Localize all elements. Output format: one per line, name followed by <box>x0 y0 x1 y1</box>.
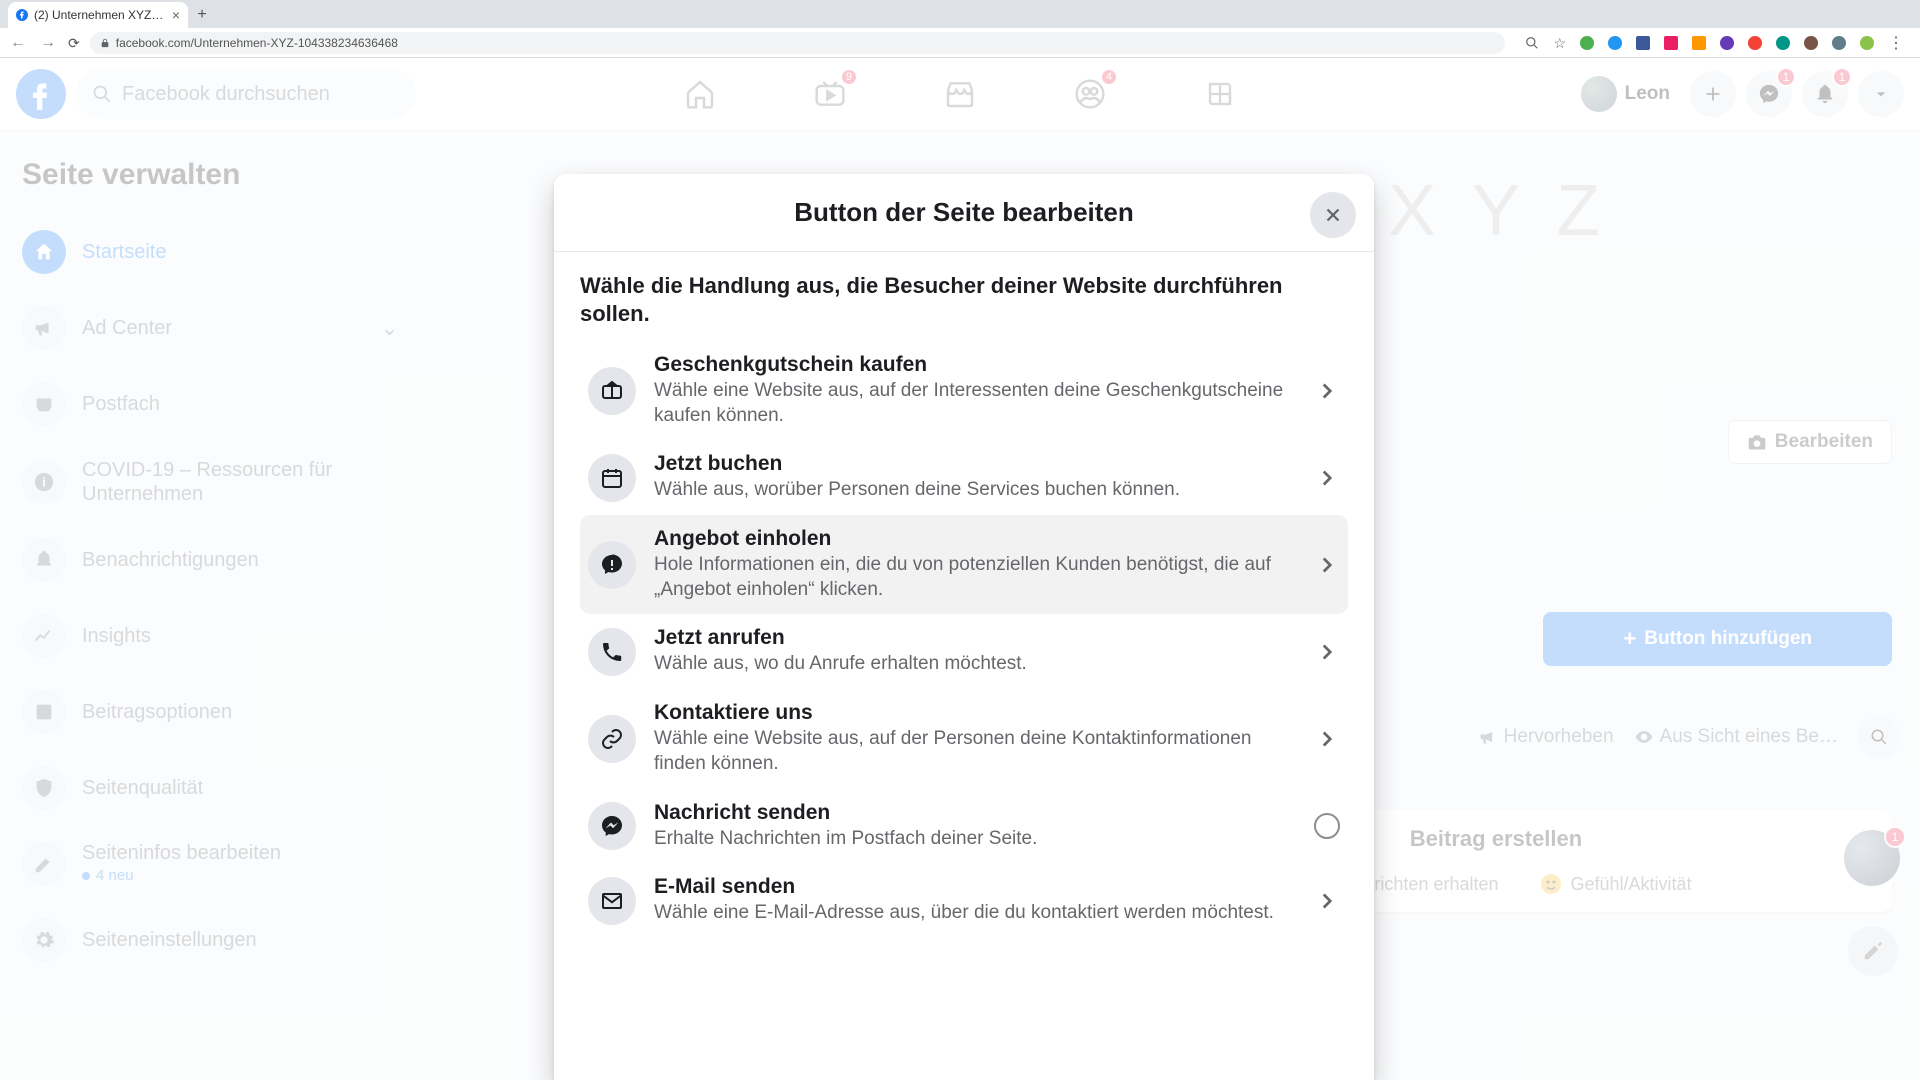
option-get-quote[interactable]: Angebot einholen Hole Informationen ein,… <box>580 515 1348 614</box>
quote-icon <box>588 541 636 589</box>
option-subtitle: Wähle aus, wo du Anrufe erhalten möchtes… <box>654 652 1284 677</box>
toolbar: ← → ⟳ facebook.com/Unternehmen-XYZ-10433… <box>0 28 1920 58</box>
option-title: Jetzt anrufen <box>654 626 1296 650</box>
menu-icon[interactable]: ⋮ <box>1888 33 1904 53</box>
avatar-icon[interactable] <box>1860 36 1874 50</box>
dialog-close-button[interactable] <box>1310 192 1356 238</box>
forward-icon: → <box>38 34 58 52</box>
chevron-right-icon <box>1314 888 1340 914</box>
ext-icon[interactable] <box>1636 36 1650 50</box>
option-title: Nachricht senden <box>654 801 1296 825</box>
option-title: E-Mail senden <box>654 875 1296 899</box>
option-subtitle: Wähle eine E-Mail-Adresse aus, über die … <box>654 901 1284 926</box>
phone-icon <box>588 628 636 676</box>
option-title: Kontaktiere uns <box>654 701 1296 725</box>
ext-icon[interactable] <box>1580 36 1594 50</box>
ext-icon[interactable] <box>1692 36 1706 50</box>
chevron-right-icon <box>1314 378 1340 404</box>
reload-icon[interactable]: ⟳ <box>68 35 80 52</box>
ext-icon[interactable] <box>1776 36 1790 50</box>
option-title: Jetzt buchen <box>654 452 1296 476</box>
option-send-message[interactable]: Nachricht senden Erhalte Nachrichten im … <box>580 789 1348 864</box>
tab-strip: (2) Unternehmen XYZ | Faceb × + <box>0 0 1920 28</box>
dialog-body: Wähle die Handlung aus, die Besucher dei… <box>554 252 1374 1080</box>
close-icon <box>1322 204 1344 226</box>
ext-icon[interactable] <box>1664 36 1678 50</box>
link-icon <box>588 715 636 763</box>
gift-card-icon <box>588 367 636 415</box>
dialog-description: Wähle die Handlung aus, die Besucher dei… <box>580 272 1348 327</box>
chevron-right-icon <box>1314 552 1340 578</box>
ext-icon[interactable] <box>1608 36 1622 50</box>
browser-tab[interactable]: (2) Unternehmen XYZ | Faceb × <box>8 2 188 28</box>
close-icon[interactable]: × <box>172 7 180 23</box>
email-icon <box>588 877 636 925</box>
address-bar[interactable]: facebook.com/Unternehmen-XYZ-10433823463… <box>90 32 1506 54</box>
new-tab-button[interactable]: + <box>188 2 216 28</box>
ext-icon[interactable] <box>1804 36 1818 50</box>
option-call-now[interactable]: Jetzt anrufen Wähle aus, wo du Anrufe er… <box>580 614 1348 689</box>
option-contact-us[interactable]: Kontaktiere uns Wähle eine Website aus, … <box>580 689 1348 788</box>
ext-icon[interactable] <box>1720 36 1734 50</box>
chevron-right-icon <box>1314 726 1340 752</box>
option-subtitle: Wähle aus, worüber Personen deine Servic… <box>654 478 1284 503</box>
dialog-header: Button der Seite bearbeiten <box>554 174 1374 252</box>
radio-unchecked[interactable] <box>1314 813 1340 839</box>
option-subtitle: Hole Informationen ein, die du von poten… <box>654 553 1284 602</box>
zoom-icon[interactable] <box>1525 36 1539 50</box>
messenger-icon <box>588 802 636 850</box>
option-title: Angebot einholen <box>654 527 1296 551</box>
chevron-right-icon <box>1314 639 1340 665</box>
star-icon[interactable]: ☆ <box>1553 35 1566 52</box>
ext-icon[interactable] <box>1832 36 1846 50</box>
calendar-icon <box>588 454 636 502</box>
tab-title: (2) Unternehmen XYZ | Faceb <box>34 8 166 22</box>
option-title: Geschenkgutschein kaufen <box>654 353 1296 377</box>
option-subtitle: Wähle eine Website aus, auf der Personen… <box>654 727 1284 776</box>
back-icon[interactable]: ← <box>8 34 28 52</box>
option-subtitle: Erhalte Nachrichten im Postfach deiner S… <box>654 827 1284 852</box>
option-gift-card[interactable]: Geschenkgutschein kaufen Wähle eine Webs… <box>580 341 1348 440</box>
ext-icon[interactable] <box>1748 36 1762 50</box>
facebook-favicon-icon <box>16 9 28 21</box>
option-subtitle: Wähle eine Website aus, auf der Interess… <box>654 379 1284 428</box>
lock-icon <box>100 38 110 48</box>
url-text: facebook.com/Unternehmen-XYZ-10433823463… <box>116 36 398 50</box>
chevron-right-icon <box>1314 465 1340 491</box>
option-send-email[interactable]: E-Mail senden Wähle eine E-Mail-Adresse … <box>580 863 1348 938</box>
dialog-title: Button der Seite bearbeiten <box>794 197 1134 228</box>
edit-page-button-dialog: Button der Seite bearbeiten Wähle die Ha… <box>554 174 1374 1080</box>
option-book-now[interactable]: Jetzt buchen Wähle aus, worüber Personen… <box>580 440 1348 515</box>
extension-icons: ☆ ⋮ <box>1525 33 1912 53</box>
browser-chrome: (2) Unternehmen XYZ | Faceb × + ← → ⟳ fa… <box>0 0 1920 58</box>
